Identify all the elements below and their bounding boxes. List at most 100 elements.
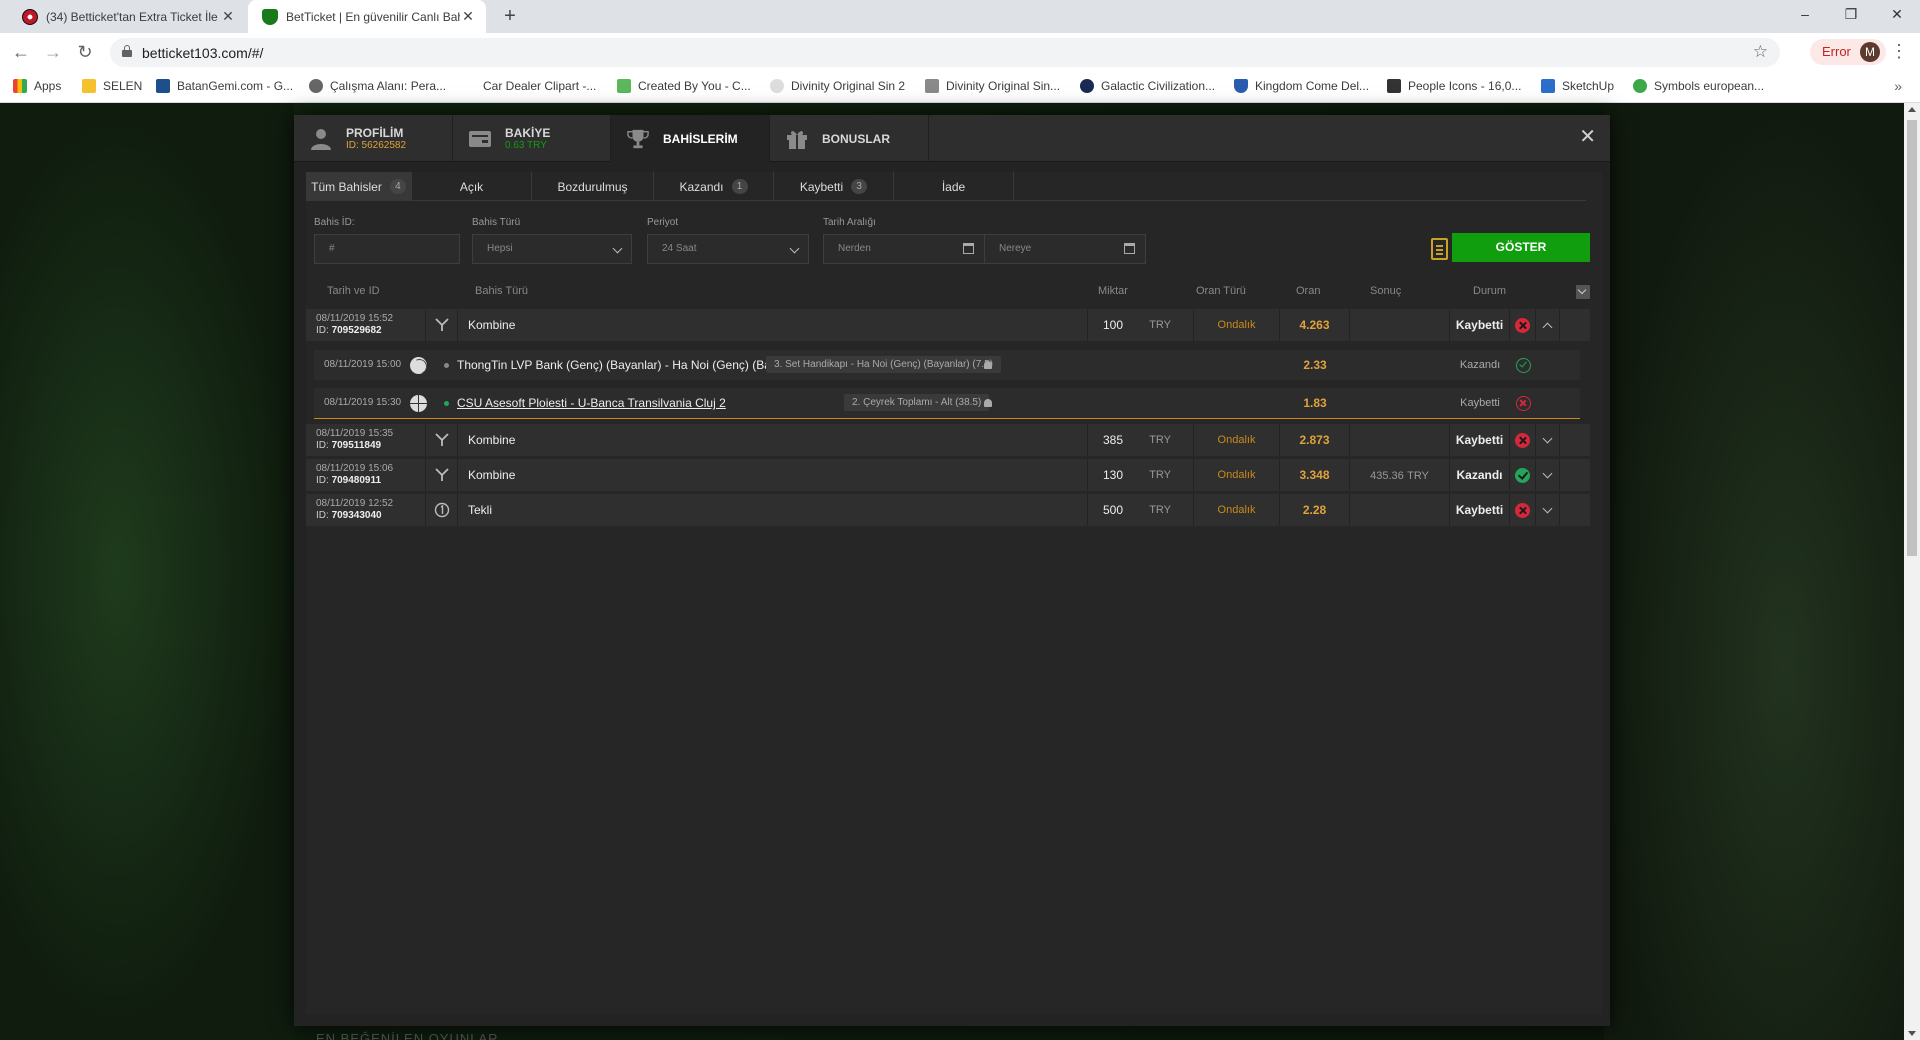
id-prefix: ID: <box>316 475 332 486</box>
bookmarks-bar: Apps SELEN BatanGemi.com - G... Çalışma … <box>0 71 1920 103</box>
date-from-input[interactable]: Nerden <box>823 234 985 264</box>
bookmark-label: Car Dealer Clipart -... <box>483 79 597 93</box>
bet-id-label: Bahis İD: <box>314 217 355 228</box>
gift-icon <box>786 128 808 150</box>
minimize-icon[interactable]: – <box>1782 0 1828 30</box>
bookmark-calisma[interactable]: Çalışma Alanı: Pera... <box>309 79 446 93</box>
maximize-icon[interactable]: ❐ <box>1828 0 1874 30</box>
id-prefix: ID: <box>316 510 332 521</box>
subtab-label: Bozdurulmuş <box>557 179 628 194</box>
page-scrollbar[interactable] <box>1904 103 1920 1040</box>
shield-favicon-icon <box>262 8 278 25</box>
reload-icon[interactable]: ↻ <box>73 41 97 65</box>
bet-amount: 385 TRY <box>1088 424 1194 456</box>
bet-id-input[interactable]: # <box>314 234 460 264</box>
bookmark-galactic[interactable]: Galactic Civilization... <box>1080 79 1215 93</box>
tab-all-bets[interactable]: Tüm Bahisler 4 <box>306 172 412 201</box>
bet-result <box>1350 309 1450 341</box>
close-tab-icon[interactable]: ✕ <box>220 8 236 25</box>
chevron-down-icon[interactable] <box>1536 494 1560 526</box>
blank-icon <box>462 79 476 93</box>
period-select[interactable]: 24 Saat <box>647 234 809 264</box>
odds-type: Ondalık <box>1194 494 1280 526</box>
bet-type: Kombine <box>458 424 1088 456</box>
selection-status: Kaybetti <box>1460 397 1500 409</box>
table-row[interactable]: 08/11/2019 12:52 ID: 709343040 Tekli 500 T… <box>306 494 1590 526</box>
tab-refund[interactable]: İade <box>894 172 1014 201</box>
expand-all-icon[interactable] <box>1576 285 1590 299</box>
bet-id: 709511849 <box>331 440 382 451</box>
chevron-down-icon[interactable] <box>1536 459 1560 491</box>
bookmark-batangemi[interactable]: BatanGemi.com - G... <box>156 79 293 93</box>
close-window-icon[interactable]: ✕ <box>1874 0 1920 30</box>
back-arrow-icon[interactable]: ← <box>9 41 33 65</box>
bookmark-kingdom-come[interactable]: Kingdom Come Del... <box>1234 79 1369 93</box>
tab-lost[interactable]: Kaybetti 3 <box>774 172 894 201</box>
browser-tab-bar: (34) Betticket'tan Extra Ticket İle Tekr… <box>0 0 1920 33</box>
tab-cashed-out[interactable]: Bozdurulmuş <box>532 172 654 201</box>
bookmark-car-dealer[interactable]: Car Dealer Clipart -... <box>462 79 596 93</box>
bookmark-created-by-you[interactable]: Created By You - C... <box>617 79 751 93</box>
tab-label: BAHİSLERİM <box>663 132 738 146</box>
clipboard-icon[interactable] <box>1431 238 1448 260</box>
bet-date: 08/11/2019 15:35 <box>316 428 394 439</box>
bookmark-divinity-sin[interactable]: Divinity Original Sin... <box>925 79 1060 93</box>
bookmark-selen[interactable]: SELEN <box>82 79 142 93</box>
scroll-up-icon[interactable] <box>1908 107 1916 112</box>
show-button[interactable]: GÖSTER <box>1452 233 1590 262</box>
galaxy-icon <box>1080 79 1094 93</box>
odds-value: 2.28 <box>1280 494 1350 526</box>
table-row[interactable]: 08/11/2019 15:52 ID: 709529682 Kombine 10… <box>306 309 1590 341</box>
new-tab-icon[interactable]: + <box>500 6 520 26</box>
selection-row: 08/11/2019 15:30 CSU Asesoft Ploiesti - … <box>314 388 1580 418</box>
tab-bonuses[interactable]: BONUSLAR <box>770 115 929 162</box>
browser-tab-betticket-main[interactable]: BetTicket | En güvenilir Canlı Bahis ve … <box>248 0 486 33</box>
tab-title: (34) Betticket'tan Extra Ticket İle Tekr <box>46 9 220 24</box>
bookmark-divinity-2[interactable]: Divinity Original Sin 2 <box>770 79 905 93</box>
close-modal-icon[interactable]: ✕ <box>1579 127 1596 147</box>
bookmark-apps[interactable]: Apps <box>13 79 61 93</box>
status-dot-icon <box>444 401 449 407</box>
bookmarks-overflow-icon[interactable]: » <box>1894 78 1902 94</box>
selection-divider <box>314 418 1580 419</box>
tab-open[interactable]: Açık <box>412 172 532 201</box>
address-bar[interactable]: betticket103.com/#/ ☆ <box>110 38 1780 67</box>
amount-value: 100 <box>1102 318 1123 332</box>
table-row[interactable]: 08/11/2019 15:35 ID: 709511849 Kombine 38… <box>306 424 1590 456</box>
id-prefix: ID: <box>316 325 332 336</box>
count-badge: 1 <box>731 179 748 194</box>
bookmark-label: BatanGemi.com - G... <box>177 79 294 93</box>
bookmark-symbols[interactable]: Symbols european... <box>1633 79 1764 93</box>
id-prefix: ID: <box>316 440 332 451</box>
bet-type-select[interactable]: Hepsi <box>472 234 632 264</box>
wallet-icon <box>469 128 491 150</box>
bookmark-sketchup[interactable]: SketchUp <box>1541 79 1614 93</box>
status-dot-icon <box>444 363 449 369</box>
tab-balance[interactable]: BAKİYE 0.63 TRY <box>453 115 611 162</box>
bet-date: 08/11/2019 12:52 <box>316 498 394 509</box>
date-to-input[interactable]: Nereye <box>984 234 1146 264</box>
selection-match[interactable]: CSU Asesoft Ploiesti - U-Banca Transilva… <box>430 388 830 418</box>
profile-error-button[interactable]: Error M <box>1810 39 1886 65</box>
tab-my-bets[interactable]: BAHİSLERİM <box>611 115 770 163</box>
won-check-icon <box>1510 459 1536 491</box>
background-art-left <box>0 103 294 1040</box>
bookmark-star-icon[interactable]: ☆ <box>1753 42 1768 62</box>
scrollbar-thumb[interactable] <box>1907 120 1917 556</box>
bet-status: Kaybetti <box>1450 424 1510 456</box>
browser-tab-betticket-extra[interactable]: (34) Betticket'tan Extra Ticket İle Tekr… <box>8 0 246 33</box>
chevron-down-icon[interactable] <box>1536 424 1560 456</box>
tab-won[interactable]: Kazandı 1 <box>654 172 774 201</box>
tab-profile[interactable]: PROFİLİM ID: 56262582 <box>294 115 453 162</box>
bookmark-people-icons[interactable]: People Icons - 16,0... <box>1387 79 1521 93</box>
scroll-down-icon[interactable] <box>1908 1031 1916 1036</box>
close-tab-icon[interactable]: ✕ <box>460 8 476 25</box>
lock-icon <box>984 399 992 407</box>
chevron-up-icon[interactable] <box>1536 309 1560 341</box>
lock-icon <box>984 361 992 369</box>
currency: TRY <box>1149 319 1171 331</box>
forward-arrow-icon[interactable]: → <box>41 41 65 65</box>
table-row[interactable]: 08/11/2019 15:06 ID: 709480911 Kombine 13… <box>306 459 1590 491</box>
calendar-icon <box>1124 243 1135 254</box>
menu-dots-icon[interactable]: ⋮ <box>1890 42 1908 60</box>
